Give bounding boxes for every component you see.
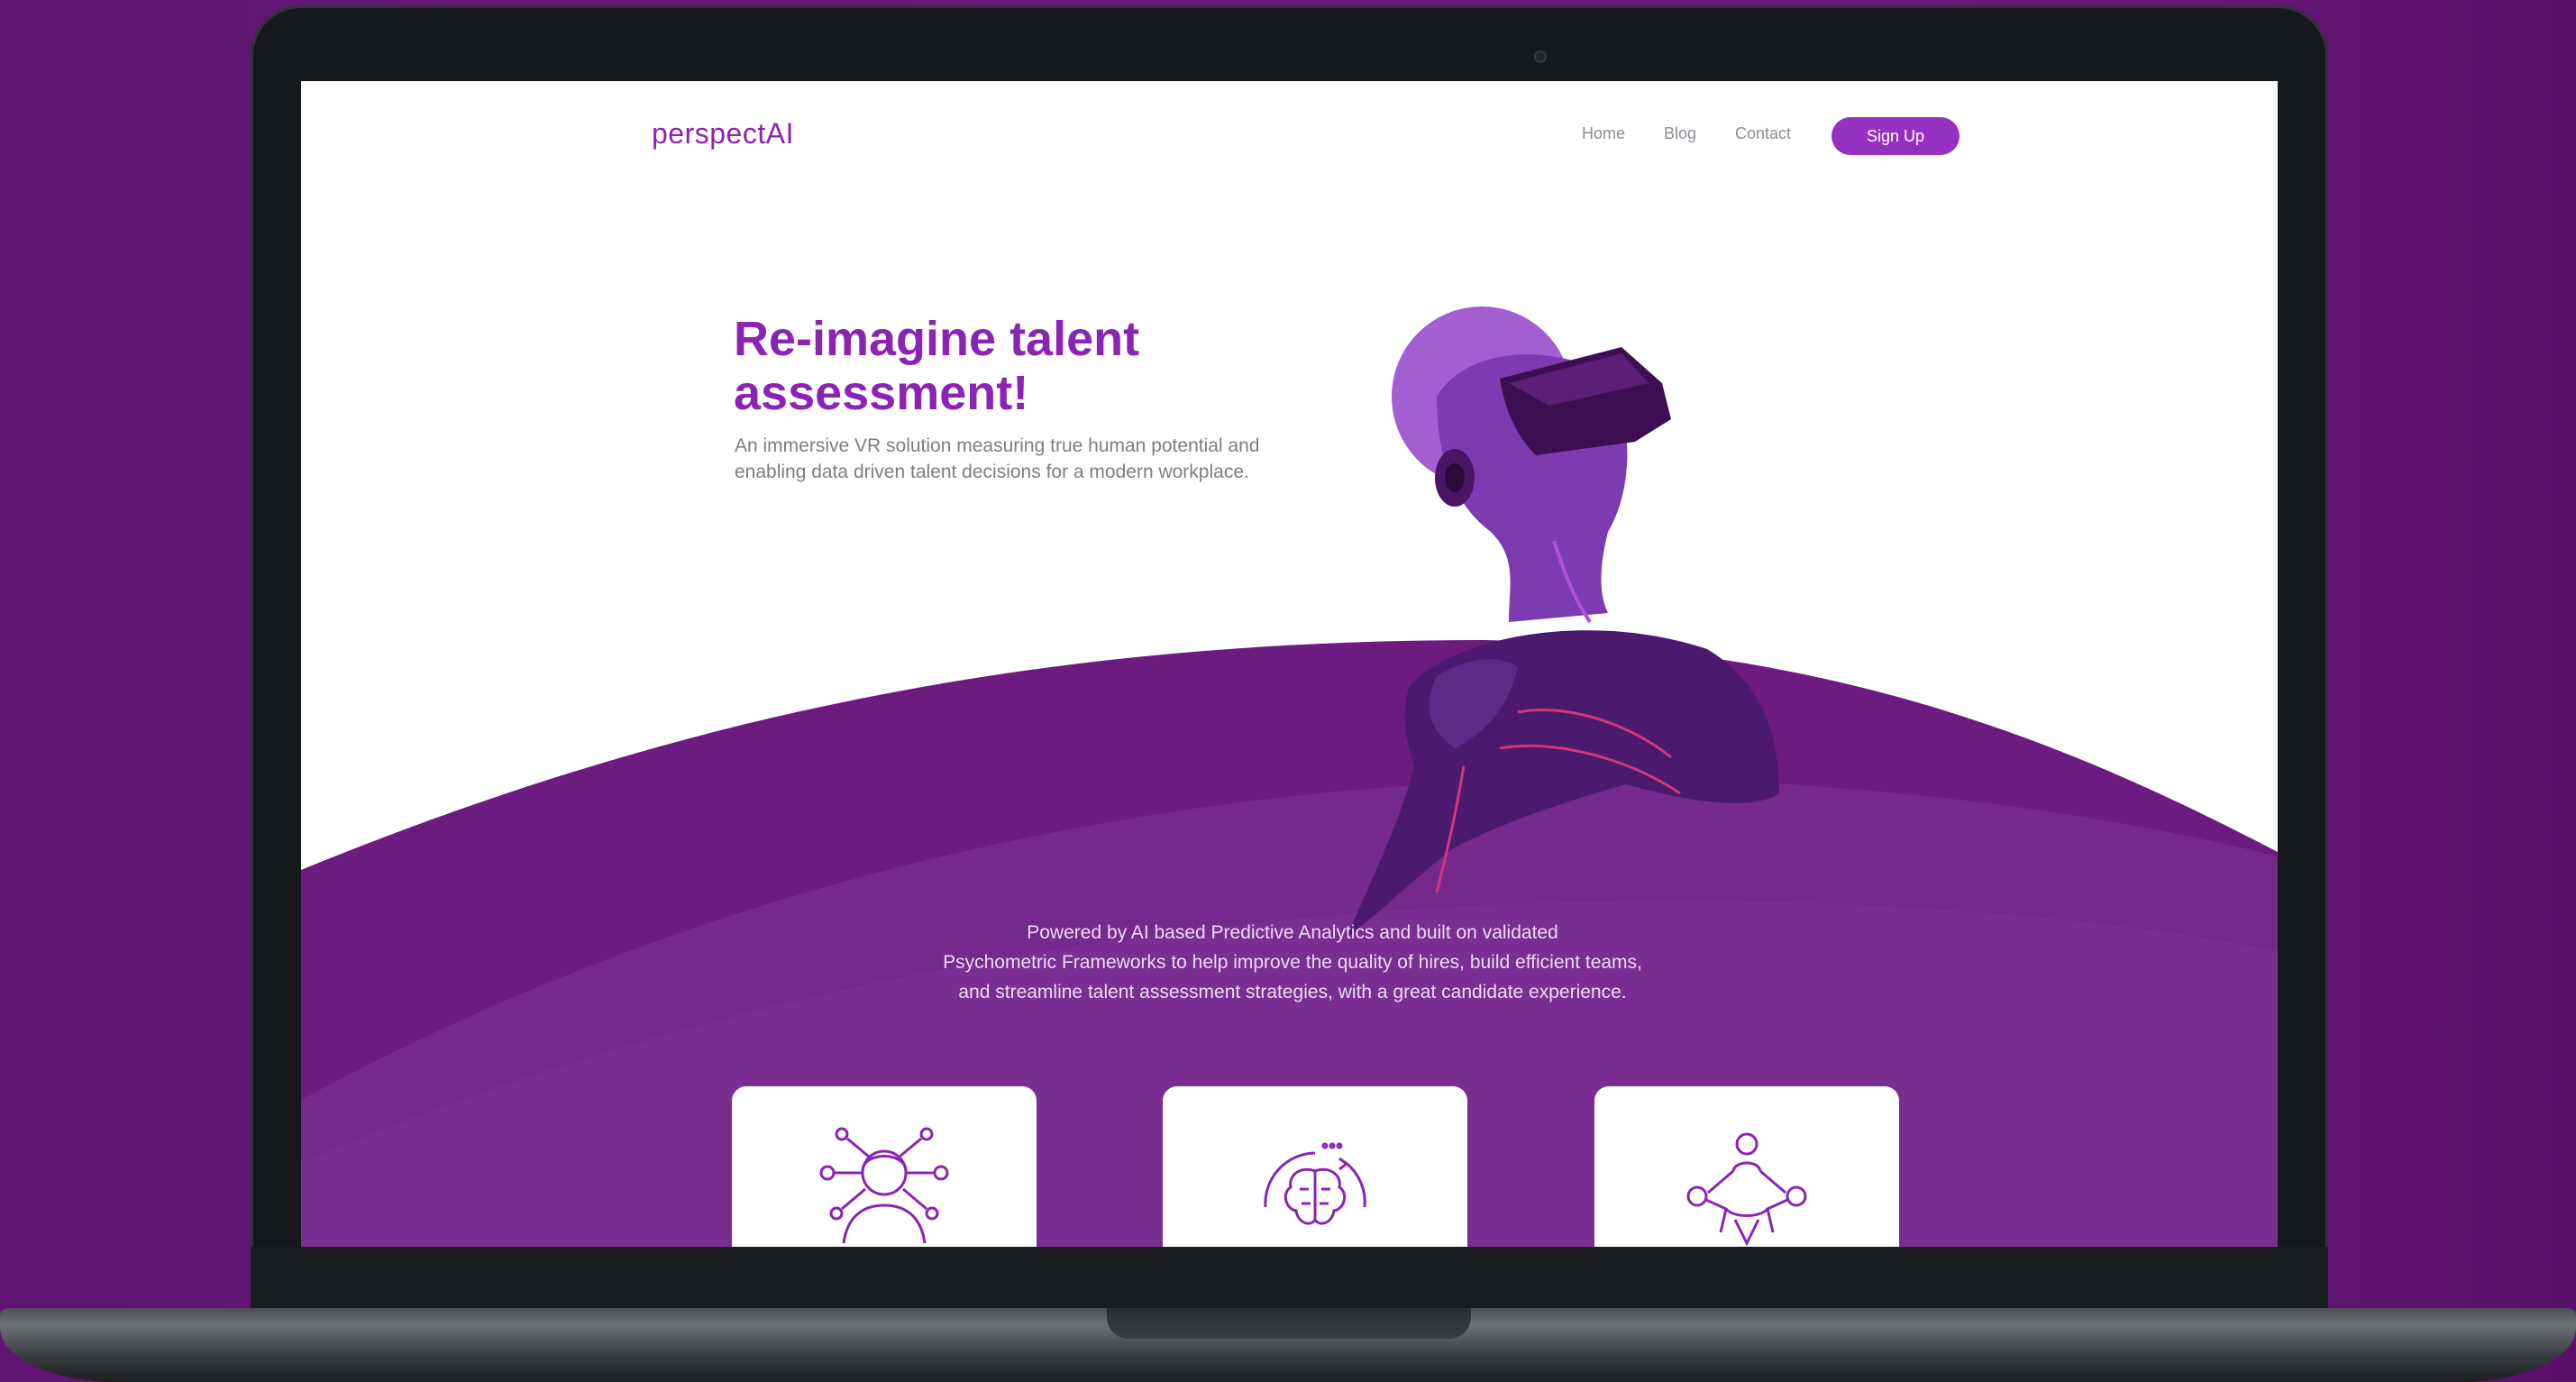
feature-description-line-2: Psychometric Frameworks to help improve … <box>943 952 1642 973</box>
person-network-icon <box>819 1127 949 1244</box>
vr-person-illustration <box>1347 307 1779 938</box>
screen-bezel-bottom <box>251 1247 2328 1308</box>
laptop-hinge-notch <box>1107 1308 1471 1339</box>
brain-cycle-icon <box>1264 1142 1366 1225</box>
webcam <box>1534 50 1547 63</box>
feature-card-assessment[interactable] <box>732 1086 1037 1247</box>
feature-card-teams[interactable] <box>1594 1086 1899 1247</box>
hero-headline-line-2: assessment! <box>734 366 1029 420</box>
feature-description: Powered by AI based Predictive Analytics… <box>842 918 1743 1007</box>
hero-headline-line-1: Re-imagine talent <box>734 312 1140 366</box>
nav-contact-link[interactable]: Contact <box>1735 124 1791 143</box>
hero-headline: Re-imagine talent assessment! <box>734 312 1383 420</box>
nav-blog-link[interactable]: Blog <box>1664 124 1696 143</box>
sign-up-button[interactable]: Sign Up <box>1832 117 1959 155</box>
website-screen: perspectAI Home Blog Contact Sign Up Re-… <box>301 81 2278 1247</box>
hero-subtitle: An immersive VR solution measuring true … <box>735 433 1320 485</box>
team-network-icon <box>1686 1132 1807 1247</box>
feature-card-analytics[interactable] <box>1163 1086 1467 1247</box>
wave-background <box>301 640 2278 1247</box>
feature-description-line-1: Powered by AI based Predictive Analytics… <box>1027 922 1558 943</box>
nav-home-link[interactable]: Home <box>1582 124 1625 143</box>
feature-description-line-3: and streamline talent assessment strateg… <box>958 982 1627 1002</box>
brand-logo[interactable]: perspectAI <box>652 117 794 151</box>
hero-subtitle-line-2: enabling data driven talent decisions fo… <box>735 462 1249 482</box>
hero-subtitle-line-1: An immersive VR solution measuring true … <box>735 435 1260 456</box>
